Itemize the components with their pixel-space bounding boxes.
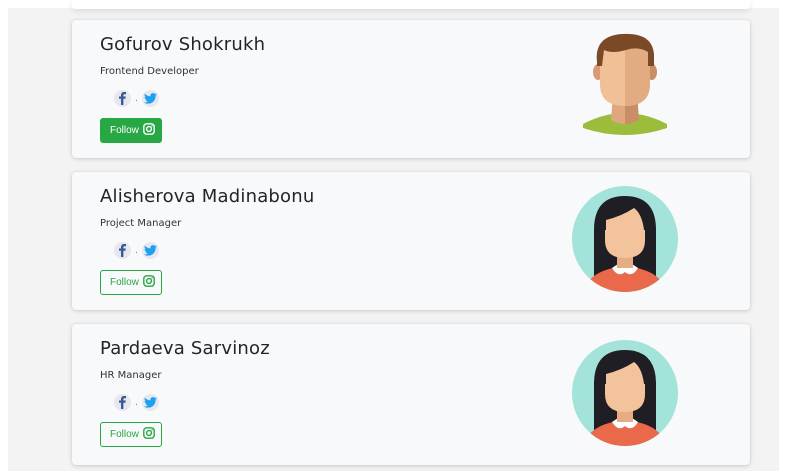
profile-name: Gofurov Shokrukh [100, 34, 266, 55]
social-links: . [114, 394, 159, 411]
follow-button[interactable]: Follow [100, 270, 162, 295]
previous-card-edge [72, 0, 750, 9]
facebook-icon[interactable] [114, 242, 131, 259]
facebook-icon[interactable] [114, 90, 131, 107]
female-avatar [572, 340, 678, 446]
social-links: . [114, 242, 159, 259]
twitter-icon[interactable] [141, 394, 159, 411]
profile-name: Pardaeva Sarvinoz [100, 338, 270, 359]
instagram-icon [143, 427, 155, 442]
follow-button-label: Follow [110, 277, 139, 288]
social-separator: . [135, 245, 138, 256]
female-avatar [572, 186, 678, 292]
twitter-icon[interactable] [141, 90, 159, 107]
profile-role: HR Manager [100, 370, 162, 381]
follow-button[interactable]: Follow [100, 118, 162, 143]
male-avatar [582, 32, 668, 136]
social-separator: . [135, 93, 138, 104]
instagram-icon [143, 123, 155, 138]
social-links: . [114, 90, 159, 107]
profile-card: Pardaeva Sarvinoz HR Manager . Follow [72, 324, 750, 465]
follow-button[interactable]: Follow [100, 422, 162, 447]
instagram-icon [143, 275, 155, 290]
social-separator: . [135, 397, 138, 408]
profile-name: Alisherova Madinabonu [100, 186, 315, 207]
facebook-icon[interactable] [114, 394, 131, 411]
profile-role: Project Manager [100, 218, 182, 229]
profile-card: Gofurov Shokrukh Frontend Developer . Fo… [72, 20, 750, 158]
follow-button-label: Follow [110, 125, 139, 136]
follow-button-label: Follow [110, 429, 139, 440]
profile-card: Alisherova Madinabonu Project Manager . … [72, 172, 750, 310]
profile-role: Frontend Developer [100, 66, 199, 77]
twitter-icon[interactable] [141, 242, 159, 259]
